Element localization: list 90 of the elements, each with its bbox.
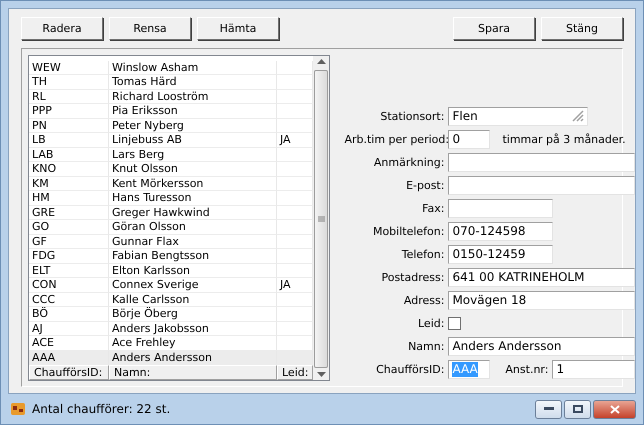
table-cell: Kent Mörkersson — [109, 176, 277, 191]
table-cell: AAA — [29, 350, 109, 365]
table-cell: Knut Olsson — [109, 162, 277, 176]
table-cell: Kalle Carlsson — [109, 292, 277, 307]
table-cell: TH — [29, 75, 109, 90]
combo-field[interactable]: Flen — [448, 106, 588, 126]
table-cell: Winslow Asham — [109, 60, 277, 75]
minimize-button[interactable] — [535, 400, 562, 418]
table-cell: CON — [29, 278, 109, 292]
column-header[interactable]: Leid: — [277, 365, 314, 380]
action-button[interactable]: Stäng — [541, 17, 623, 40]
table-cell: GF — [29, 234, 109, 249]
table-cell: PN — [29, 118, 109, 133]
action-button[interactable]: Rensa — [109, 17, 191, 40]
input-field[interactable]: Movägen 18 — [448, 290, 636, 310]
maximize-button[interactable] — [564, 400, 591, 418]
table-cell: PPP — [29, 104, 109, 118]
column-header[interactable]: ChaufförsID: — [29, 365, 109, 380]
table-cell: Börje Öberg — [109, 307, 277, 322]
table-cell: Hans Turesson — [109, 191, 277, 206]
field-label: Arb.tim per period: — [344, 132, 448, 146]
input-field[interactable]: 0150-12459 — [448, 244, 554, 264]
close-button[interactable] — [593, 400, 636, 418]
field-label: Namn: — [407, 340, 446, 352]
table-cell: RL — [29, 90, 109, 104]
table-cell: ACE — [29, 336, 109, 350]
field-label: Mobiltelefon: — [372, 224, 446, 238]
table-cell: Fabian Bengtsson — [109, 249, 277, 264]
table-cell: KNO — [29, 162, 109, 176]
table-cell: Linjebuss AB — [109, 133, 277, 148]
table-cell: Anders Andersson — [109, 350, 277, 365]
table-cell: GO — [29, 220, 109, 234]
table-cell: HM — [29, 191, 109, 206]
input-field[interactable] — [448, 152, 636, 172]
table-cell: WEW — [29, 60, 109, 75]
input-field[interactable]: 0 — [448, 130, 490, 148]
table-cell: CCC — [29, 292, 109, 307]
table-cell: Greger Hawkwind — [109, 206, 277, 220]
field-label: Postadress: — [380, 270, 446, 284]
grip-icon — [572, 110, 584, 122]
field-hint: timmar på 3 månader. — [502, 132, 626, 146]
input-field[interactable]: 070-124598 — [448, 222, 554, 240]
minimize-icon — [544, 407, 554, 411]
scrollbar-thumb[interactable] — [314, 70, 328, 368]
table-cell: BÖ — [29, 307, 109, 322]
field-label: Telefon: — [400, 248, 446, 260]
action-button[interactable]: Spara — [453, 17, 535, 40]
maximize-icon — [572, 405, 582, 413]
table-cell: Anders Jakobsson — [109, 322, 277, 336]
input-field[interactable]: 641 00 KATRINEHOLM — [448, 268, 636, 286]
action-button[interactable]: Radera — [21, 17, 103, 40]
field-label: E-post: — [405, 178, 446, 192]
field-label: Leid: — [417, 316, 446, 330]
table-cell: LB — [29, 133, 109, 148]
table-cell: JA — [277, 278, 314, 292]
table-cell: GRE — [29, 206, 109, 220]
action-button[interactable]: Hämta — [197, 17, 279, 40]
close-icon — [610, 404, 620, 414]
column-header[interactable]: Namn: — [109, 365, 277, 380]
field-label: Stationsort: — [379, 110, 446, 122]
table-cell: Peter Nyberg — [109, 118, 277, 133]
table-cell: Gunnar Flax — [109, 234, 277, 249]
table-cell: FDG — [29, 249, 109, 264]
table-cell: Pia Eriksson — [109, 104, 277, 118]
field-label: Fax: — [421, 202, 446, 214]
table-cell: AJ — [29, 322, 109, 336]
table-cell: LAB — [29, 148, 109, 162]
field-label: Anst.nr: — [504, 362, 550, 376]
scroll-down-icon[interactable] — [316, 372, 326, 377]
table-cell: Lars Berg — [109, 148, 277, 162]
field-label: Anmärkning: — [372, 156, 446, 168]
table-cell: KM — [29, 176, 109, 191]
scroll-up-icon[interactable] — [316, 59, 326, 64]
table-cell: Elton Karlsson — [109, 264, 277, 278]
input-field[interactable]: Anders Andersson — [448, 336, 636, 356]
app-icon — [10, 401, 26, 417]
field-label: ChaufförsID: — [375, 362, 446, 376]
table-cell: Richard Looström — [109, 90, 277, 104]
input-field[interactable]: 1 — [552, 360, 636, 378]
input-field[interactable] — [448, 176, 636, 194]
field-label: Adress: — [402, 294, 446, 306]
input-field[interactable] — [448, 198, 554, 218]
table-cell: Ace Frehley — [109, 336, 277, 350]
table-cell: JA — [277, 133, 314, 148]
window-title: Antal chaufförer: 22 st. — [32, 402, 172, 416]
leid-checkbox[interactable] — [448, 316, 462, 330]
table-cell: Göran Olsson — [109, 220, 277, 234]
table-cell: Tomas Härd — [109, 75, 277, 90]
table-cell: ELT — [29, 264, 109, 278]
table-cell: Connex Sverige — [109, 278, 277, 292]
